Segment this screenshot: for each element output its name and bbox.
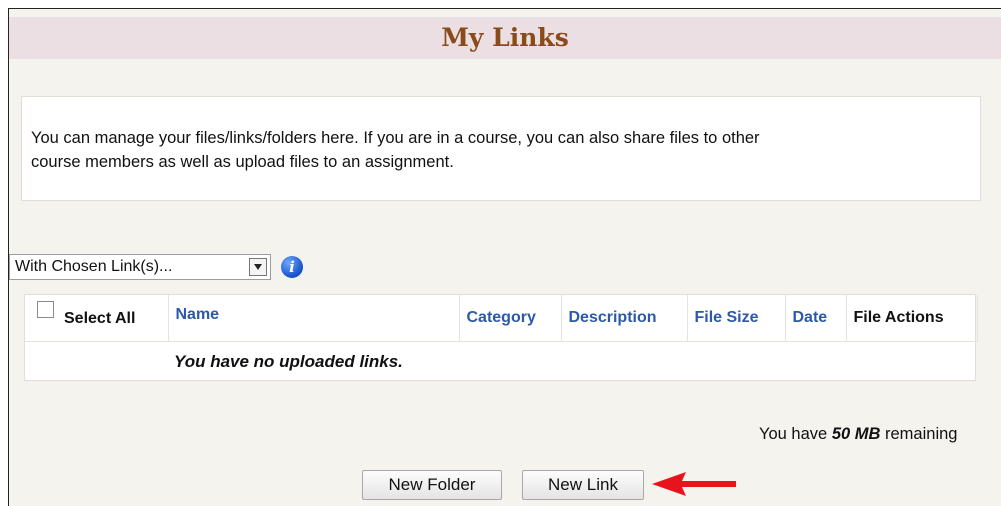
- empty-table-message: You have no uploaded links.: [174, 351, 403, 371]
- column-header-category[interactable]: Category: [459, 295, 562, 342]
- storage-prefix: You have: [759, 425, 828, 443]
- select-all-checkbox[interactable]: [37, 301, 54, 319]
- bulk-action-select[interactable]: With Chosen Link(s)...: [9, 254, 271, 280]
- column-header-name[interactable]: Name: [168, 295, 460, 342]
- chevron-down-icon[interactable]: [249, 258, 267, 276]
- page-header: My Links: [9, 17, 1001, 59]
- empty-cell: [25, 341, 168, 382]
- storage-suffix: remaining: [885, 425, 958, 443]
- my-links-panel: My Links You can manage your files/links…: [8, 8, 1001, 506]
- column-header-date[interactable]: Date: [785, 295, 847, 342]
- new-link-button[interactable]: New Link: [522, 470, 644, 500]
- storage-remaining: You have 50 MB remaining: [759, 425, 957, 444]
- select-all-label: Select All: [64, 310, 136, 328]
- table-header-row: Select All Name Category Description Fil…: [25, 295, 978, 342]
- new-folder-button[interactable]: New Folder: [362, 470, 502, 500]
- page-title: My Links: [441, 23, 569, 52]
- select-all-header[interactable]: Select All: [25, 295, 169, 342]
- red-arrow-icon: [652, 472, 736, 496]
- links-table: Select All Name Category Description Fil…: [24, 294, 978, 382]
- column-header-description[interactable]: Description: [561, 295, 688, 342]
- intro-text: You can manage your files/links/folders …: [31, 129, 760, 171]
- bulk-action-row: With Chosen Link(s)... i: [9, 252, 303, 282]
- table-row: You have no uploaded links.: [25, 341, 977, 382]
- column-header-file-actions: File Actions: [846, 295, 978, 342]
- intro-box: You can manage your files/links/folders …: [21, 96, 981, 201]
- column-header-file-size[interactable]: File Size: [687, 295, 786, 342]
- info-icon[interactable]: i: [281, 256, 303, 278]
- storage-amount: 50 MB: [831, 425, 881, 443]
- bulk-action-selected-value: With Chosen Link(s)...: [15, 258, 173, 275]
